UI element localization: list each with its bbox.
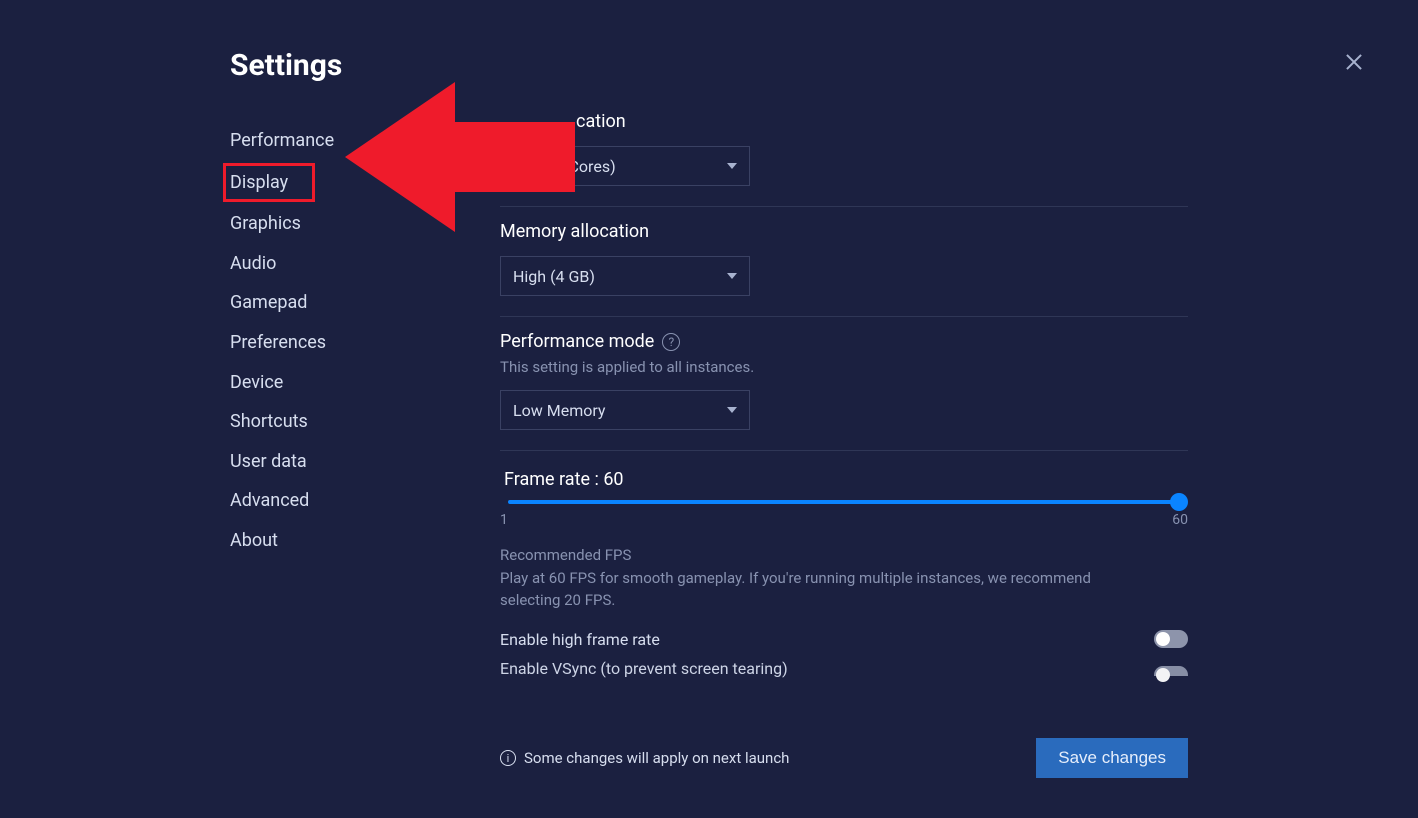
frame-rate-max: 60: [1172, 512, 1188, 528]
sidebar-item-shortcuts[interactable]: Shortcuts: [230, 402, 500, 442]
vsync-label: Enable VSync (to prevent screen tearing): [500, 659, 788, 683]
high-frame-rate-label: Enable high frame rate: [500, 630, 660, 649]
performance-mode-section: Performance mode ? This setting is appli…: [500, 317, 1188, 451]
sidebar-item-about[interactable]: About: [230, 521, 500, 561]
chevron-down-icon: [727, 273, 737, 279]
chevron-down-icon: [727, 407, 737, 413]
frame-rate-min: 1: [500, 512, 508, 528]
settings-footer: i Some changes will apply on next launch…: [500, 738, 1188, 778]
memory-allocation-select[interactable]: High (4 GB): [500, 256, 750, 296]
chevron-down-icon: [727, 163, 737, 169]
performance-mode-title: Performance mode ?: [500, 331, 1188, 352]
cpu-allocation-section: CPU allocation High (4 Cores): [500, 111, 1188, 207]
frame-rate-slider-thumb[interactable]: [1170, 493, 1188, 511]
recommended-fps-body: Play at 60 FPS for smooth gameplay. If y…: [500, 568, 1140, 612]
save-changes-button[interactable]: Save changes: [1036, 738, 1188, 778]
memory-allocation-section: Memory allocation High (4 GB): [500, 207, 1188, 317]
sidebar-item-gamepad[interactable]: Gamepad: [230, 283, 500, 323]
cpu-allocation-select[interactable]: High (4 Cores): [500, 146, 750, 186]
settings-main: CPU allocation High (4 Cores) Memory all…: [500, 111, 1188, 818]
cpu-allocation-title: CPU allocation: [500, 111, 1188, 132]
high-frame-rate-toggle[interactable]: [1154, 630, 1188, 648]
high-frame-rate-row: Enable high frame rate: [500, 630, 1188, 649]
sidebar-item-advanced[interactable]: Advanced: [230, 481, 500, 521]
sidebar-item-graphics[interactable]: Graphics: [230, 204, 500, 244]
recommended-fps-title: Recommended FPS: [500, 546, 1188, 564]
close-icon[interactable]: [1342, 50, 1366, 74]
page-title: Settings: [230, 48, 1188, 83]
vsync-toggle[interactable]: [1154, 666, 1188, 676]
settings-dialog: Settings Performance Display Graphics Au…: [0, 0, 1418, 818]
vsync-row: Enable VSync (to prevent screen tearing): [500, 659, 1188, 683]
sidebar-item-user-data[interactable]: User data: [230, 442, 500, 482]
sidebar-item-display[interactable]: Display: [223, 163, 315, 203]
settings-sidebar: Performance Display Graphics Audio Gamep…: [230, 111, 500, 818]
content-row: Performance Display Graphics Audio Gamep…: [230, 111, 1188, 818]
help-icon[interactable]: ?: [662, 333, 680, 351]
footer-notice: i Some changes will apply on next launch: [500, 749, 789, 767]
performance-mode-subtitle: This setting is applied to all instances…: [500, 358, 1188, 376]
sidebar-item-performance[interactable]: Performance: [230, 121, 500, 161]
sidebar-item-device[interactable]: Device: [230, 363, 500, 403]
sidebar-item-audio[interactable]: Audio: [230, 244, 500, 284]
frame-rate-label: Frame rate : 60: [500, 469, 1188, 490]
performance-mode-select[interactable]: Low Memory: [500, 390, 750, 430]
frame-rate-range: 1 60: [500, 512, 1188, 528]
frame-rate-section: Frame rate : 60 1 60 Recommended FPS Pla…: [500, 455, 1188, 703]
memory-allocation-title: Memory allocation: [500, 221, 1188, 242]
sidebar-item-preferences[interactable]: Preferences: [230, 323, 500, 363]
frame-rate-slider[interactable]: [508, 500, 1180, 504]
info-icon: i: [500, 750, 516, 766]
